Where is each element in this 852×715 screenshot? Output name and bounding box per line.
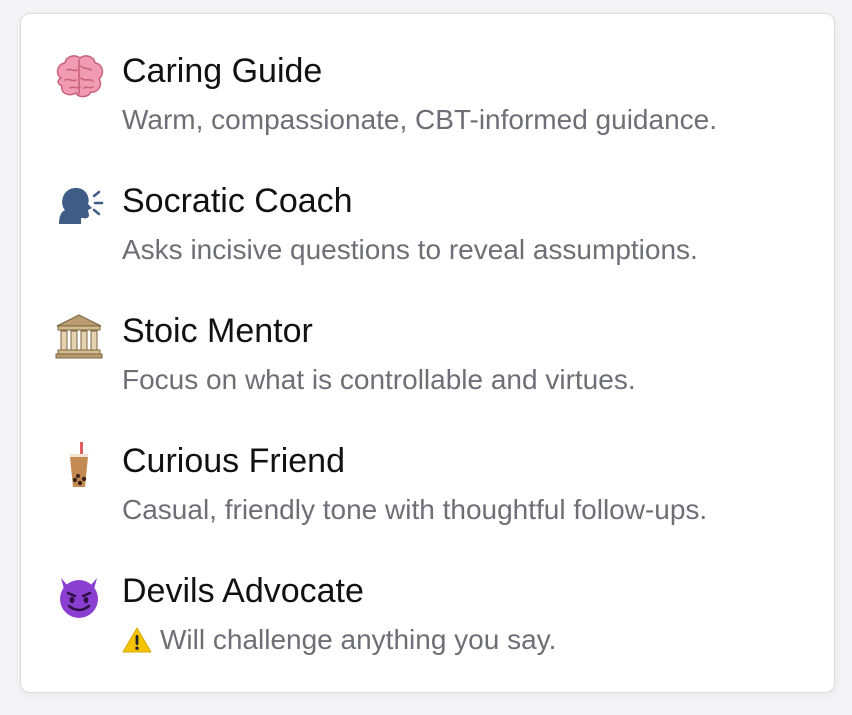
persona-title: Curious Friend bbox=[122, 442, 345, 480]
persona-title: Socratic Coach bbox=[122, 182, 353, 220]
warning-icon bbox=[122, 626, 152, 662]
bubble-tea-icon bbox=[53, 442, 105, 490]
smiling-devil-icon bbox=[53, 572, 105, 620]
persona-description: Warm, compassionate, CBT-informed guidan… bbox=[122, 104, 717, 135]
persona-description: Casual, friendly tone with thoughtful fo… bbox=[122, 494, 708, 525]
persona-description: Focus on what is controllable and virtue… bbox=[122, 364, 636, 395]
classical-building-icon bbox=[53, 312, 105, 360]
persona-title: Caring Guide bbox=[122, 52, 323, 90]
persona-option-curious-friend[interactable]: Curious Friend Casual, friendly tone wit… bbox=[21, 404, 834, 525]
persona-option-stoic-mentor[interactable]: Stoic Mentor Focus on what is controllab… bbox=[21, 274, 834, 395]
persona-option-socratic-coach[interactable]: Socratic Coach Asks incisive questions t… bbox=[21, 144, 834, 265]
persona-title: Devils Advocate bbox=[122, 572, 364, 610]
persona-description: Will challenge anything you say. bbox=[122, 622, 556, 662]
persona-option-caring-guide[interactable]: Caring Guide Warm, compassionate, CBT-in… bbox=[21, 14, 834, 135]
persona-option-devils-advocate[interactable]: Devils Advocate Will challenge anything … bbox=[21, 534, 834, 655]
persona-description-text: Will challenge anything you say. bbox=[160, 624, 557, 655]
brain-icon bbox=[53, 52, 105, 100]
persona-title: Stoic Mentor bbox=[122, 312, 313, 350]
persona-description: Asks incisive questions to reveal assump… bbox=[122, 234, 698, 265]
persona-list-card: Caring Guide Warm, compassionate, CBT-in… bbox=[20, 13, 835, 693]
speaking-head-icon bbox=[53, 182, 105, 230]
